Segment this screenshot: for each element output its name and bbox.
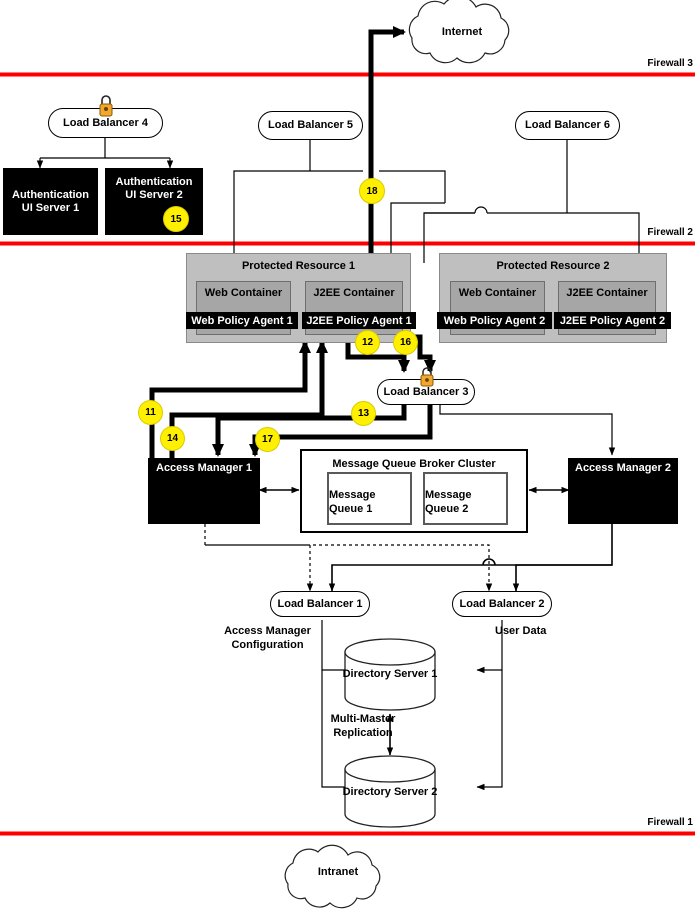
step-badge-14-number: 14 — [166, 433, 179, 444]
multi-master-replication-annotation: Multi-Master Replication — [320, 713, 406, 741]
multimaster-line2: Replication — [333, 726, 393, 739]
load-balancer-5[interactable]: Load Balancer 5 — [258, 111, 363, 140]
step-badge-15-number: 15 — [170, 213, 182, 225]
authentication-ui-server-2[interactable]: Authentication UI Server 2 — [105, 168, 203, 235]
pr1-j2ee-policy-agent[interactable]: J2EE Policy Agent 1 — [302, 312, 416, 329]
access-manager-2-label: Access Manager 2 — [575, 462, 671, 474]
load-balancer-1-label: Load Balancer 1 — [277, 597, 363, 610]
step-badge-16[interactable]: 16 — [393, 330, 418, 355]
protected-resource-2-title: Protected Resource 2 — [496, 260, 610, 272]
mq-cluster-title: Message Queue Broker Cluster — [332, 458, 496, 470]
message-queue-2-line2: Queue 2 — [425, 502, 469, 515]
step-badge-17[interactable]: 17 — [255, 427, 280, 452]
load-balancer-2-label: Load Balancer 2 — [459, 597, 545, 610]
auth-server-2-line2: UI Server 2 — [125, 188, 183, 201]
firewall-1-label: Firewall 1 — [647, 817, 693, 828]
access-manager-2[interactable]: Access Manager 2 — [568, 458, 678, 524]
load-balancer-6-label: Load Balancer 6 — [525, 119, 610, 132]
firewall-3-label: Firewall 3 — [647, 58, 693, 69]
intranet-cloud-label: Intranet — [317, 866, 359, 878]
step-badge-12-number: 12 — [361, 337, 374, 348]
pr2-j2ee-policy-agent[interactable]: J2EE Policy Agent 2 — [554, 312, 671, 329]
diagram-canvas: Firewall 3 Firewall 2 Firewall 1 Interne… — [0, 0, 695, 909]
pr2-web-policy-agent[interactable]: Web Policy Agent 2 — [437, 312, 552, 329]
pr1-web-container-label: Web Container — [204, 287, 283, 299]
authentication-ui-server-1[interactable]: Authentication UI Server 1 — [3, 168, 98, 235]
step-badge-13-number: 13 — [357, 408, 370, 419]
directory-server-1-label: Directory Server 1 — [342, 668, 438, 680]
directory-server-2-label: Directory Server 2 — [342, 786, 438, 798]
message-queue-1-line1: Message — [329, 488, 376, 501]
padlock-icon-lb4 — [99, 95, 113, 117]
step-badge-15[interactable]: 15 — [163, 206, 189, 232]
message-queue-2-line1: Message — [425, 488, 472, 501]
auth-server-2-line1: Authentication — [115, 176, 193, 188]
load-balancer-2[interactable]: Load Balancer 2 — [452, 591, 552, 617]
pr1-web-policy-agent-label: Web Policy Agent 1 — [191, 314, 293, 327]
step-badge-18-number: 18 — [366, 185, 378, 197]
step-badge-18[interactable]: 18 — [359, 178, 385, 204]
pr2-web-policy-agent-label: Web Policy Agent 2 — [443, 314, 546, 327]
step-badge-14[interactable]: 14 — [160, 426, 185, 451]
message-queue-1[interactable]: Message Queue 1 — [327, 472, 412, 525]
message-queue-1-line2: Queue 1 — [329, 502, 373, 515]
internet-cloud-label: Internet — [441, 26, 483, 38]
access-manager-1[interactable]: Access Manager 1 — [148, 458, 260, 524]
step-badge-12[interactable]: 12 — [355, 330, 380, 355]
pr2-j2ee-policy-agent-label: J2EE Policy Agent 2 — [559, 314, 666, 327]
load-balancer-5-label: Load Balancer 5 — [268, 119, 353, 132]
step-badge-13[interactable]: 13 — [351, 401, 376, 426]
step-badge-11[interactable]: 11 — [138, 400, 163, 425]
step-badge-17-number: 17 — [261, 434, 274, 445]
padlock-icon-lb3 — [420, 367, 434, 387]
user-data-annotation: User Data — [495, 625, 547, 637]
step-badge-11-number: 11 — [145, 407, 156, 418]
auth-server-1-line2: UI Server 1 — [21, 201, 80, 214]
message-queue-2[interactable]: Message Queue 2 — [423, 472, 508, 525]
pr1-j2ee-container-label: J2EE Container — [313, 287, 395, 299]
access-manager-configuration-annotation: Access Manager Configuration — [205, 625, 330, 653]
pr1-web-policy-agent[interactable]: Web Policy Agent 1 — [186, 312, 298, 329]
am-config-line1: Access Manager — [224, 625, 311, 637]
protected-resource-1-title: Protected Resource 1 — [241, 260, 356, 272]
load-balancer-6[interactable]: Load Balancer 6 — [515, 111, 620, 140]
pr2-web-container-label: Web Container — [458, 287, 537, 299]
am-config-line2: Configuration — [231, 638, 304, 651]
firewall-2-label: Firewall 2 — [647, 227, 693, 238]
pr2-j2ee-container-label: J2EE Container — [566, 287, 648, 299]
step-badge-16-number: 16 — [399, 337, 412, 348]
pr1-j2ee-policy-agent-label: J2EE Policy Agent 1 — [306, 314, 412, 327]
auth-server-1-line1: Authentication — [12, 188, 89, 201]
load-balancer-1[interactable]: Load Balancer 1 — [270, 591, 370, 617]
multimaster-line1: Multi-Master — [330, 713, 396, 725]
access-manager-1-label: Access Manager 1 — [156, 462, 252, 474]
